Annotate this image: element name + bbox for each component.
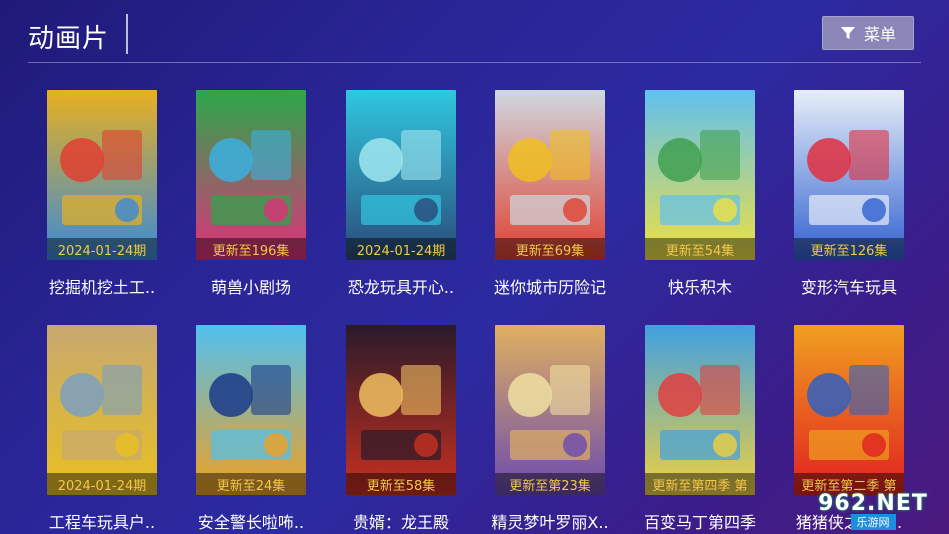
video-title: 变形汽车玩具	[800, 278, 897, 297]
episode-badge: 更新至196集	[196, 238, 306, 260]
episode-badge: 2024-01-24期	[346, 238, 456, 260]
video-poster: 更新至54集	[645, 90, 755, 260]
watermark-logo: 962.NET 乐游网	[803, 490, 943, 530]
video-title: 安全警长啦咘..	[197, 513, 305, 532]
video-title: 恐龙玩具开心..	[347, 278, 455, 297]
episode-badge: 更新至54集	[645, 238, 755, 260]
watermark-bottom: 乐游网	[850, 513, 896, 530]
episode-badge: 更新至69集	[495, 238, 605, 260]
video-poster: 2024-01-24期	[47, 325, 157, 495]
video-title: 百变马丁第四季	[643, 513, 756, 532]
video-poster: 更新至69集	[495, 90, 605, 260]
watermark-top: 962.NET	[818, 490, 928, 516]
video-title: 萌兽小剧场	[210, 278, 291, 297]
video-poster: 更新至58集	[346, 325, 456, 495]
video-title: 工程车玩具户..	[48, 513, 156, 532]
episode-badge: 更新至24集	[196, 473, 306, 495]
video-poster: 更新至第23集	[495, 325, 605, 495]
episode-badge: 更新至58集	[346, 473, 456, 495]
video-poster: 2024-01-24期	[346, 90, 456, 260]
episode-badge: 2024-01-24期	[47, 473, 157, 495]
episode-badge: 2024-01-24期	[47, 238, 157, 260]
episode-badge: 更新至126集	[794, 238, 904, 260]
video-title: 快乐积木	[667, 278, 732, 297]
video-poster: 更新至196集	[196, 90, 306, 260]
video-poster: 更新至24集	[196, 325, 306, 495]
video-poster: 更新至126集	[794, 90, 904, 260]
video-title: 挖掘机挖土工..	[48, 278, 156, 297]
video-title: 精灵梦叶罗丽X..	[491, 513, 609, 532]
episode-badge: 更新至第23集	[495, 473, 605, 495]
video-poster: 更新至第四季 第	[645, 325, 755, 495]
video-poster: 更新至第二季 第	[794, 325, 904, 495]
episode-badge: 更新至第四季 第	[645, 473, 755, 495]
video-poster: 2024-01-24期	[47, 90, 157, 260]
video-title: 贵婿：龙王殿	[352, 513, 449, 532]
video-grid: 2024-01-24期 挖掘机挖土工.. 更新至196集 萌兽小剧场 2024-01-2…	[0, 0, 949, 534]
video-title: 迷你城市历险记	[493, 278, 606, 297]
